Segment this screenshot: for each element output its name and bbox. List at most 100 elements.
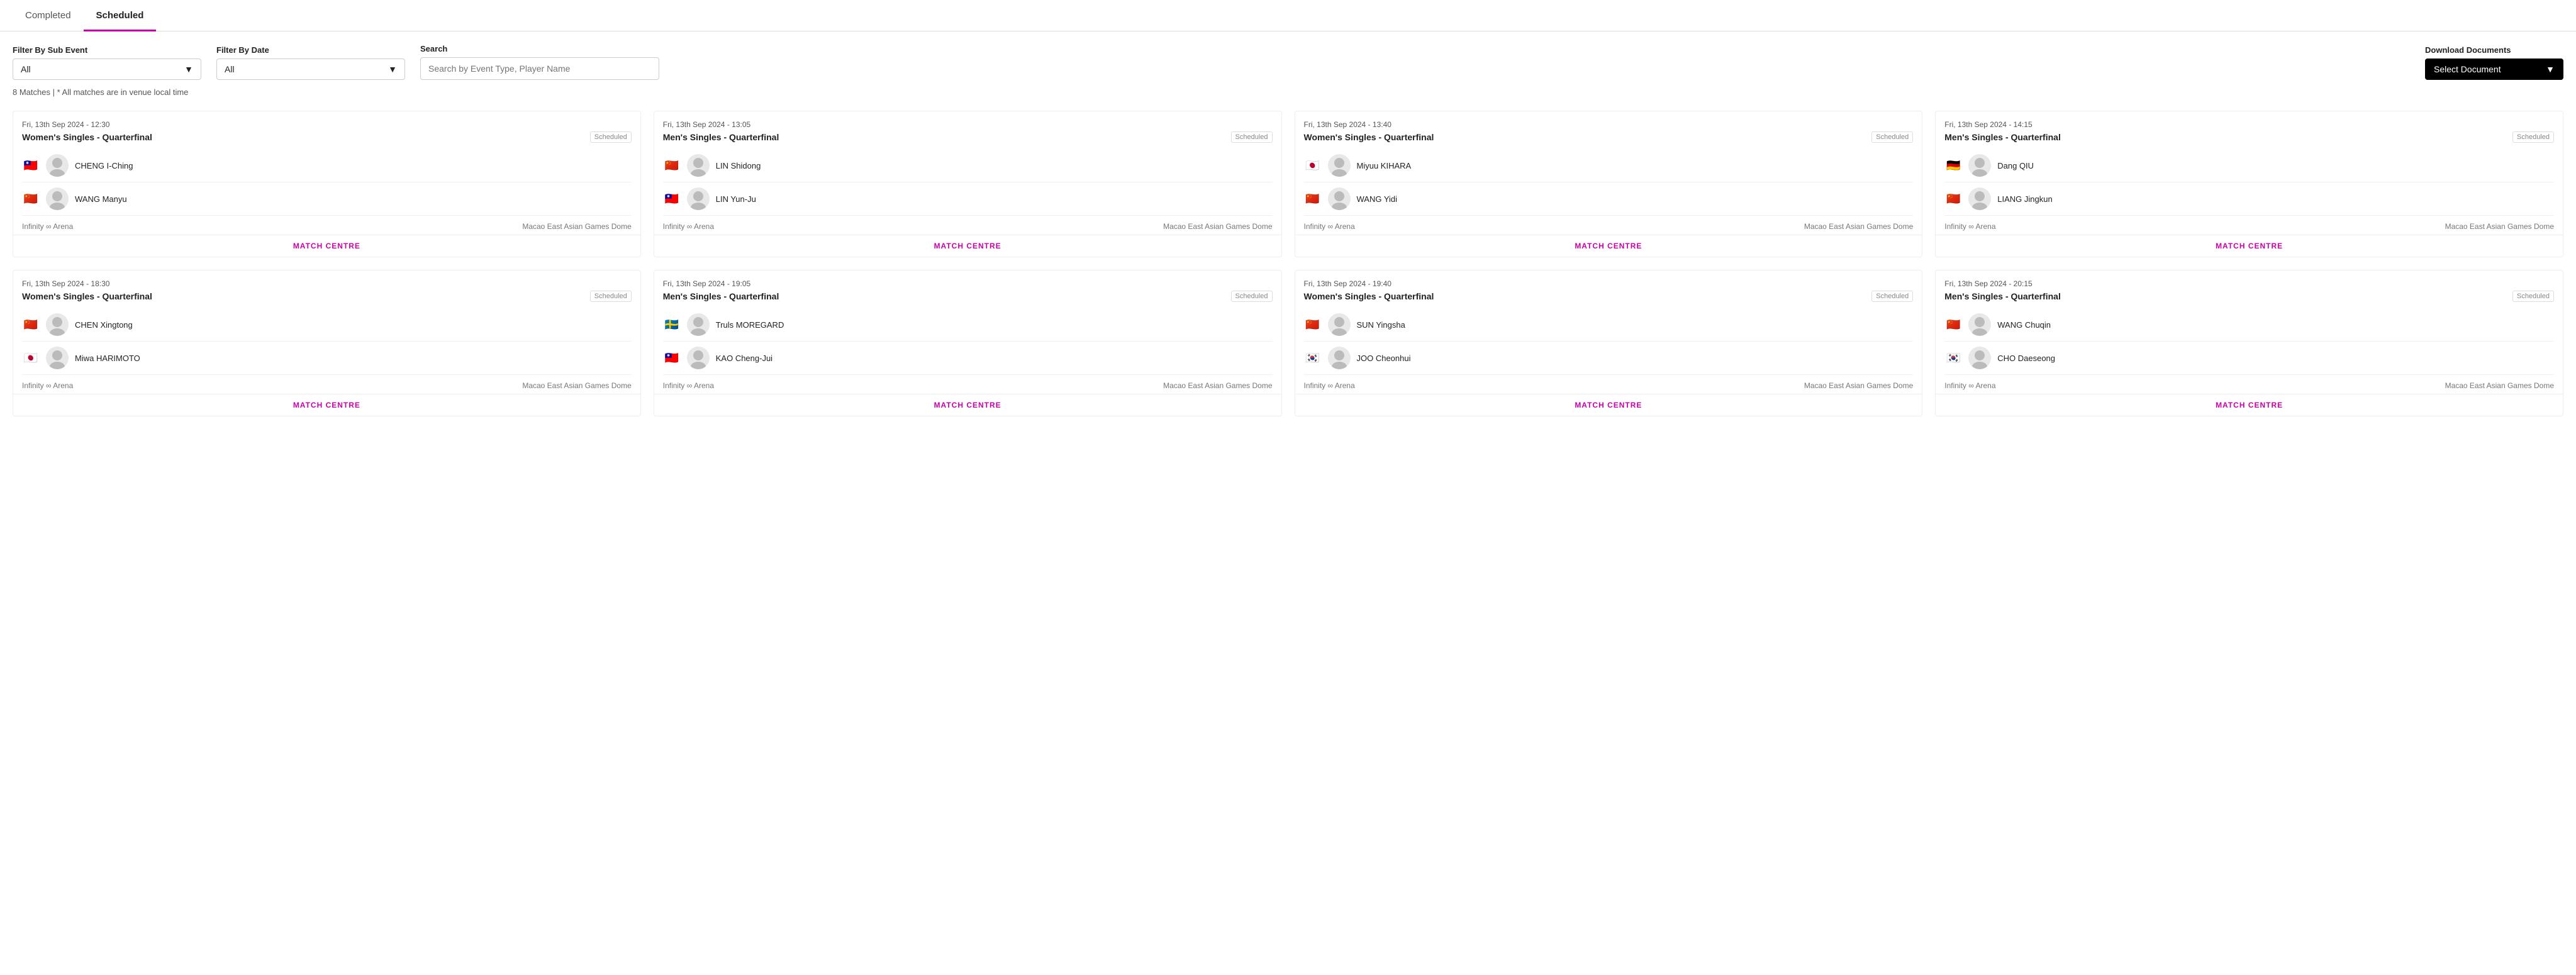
venue2: Macao East Asian Games Dome [522, 381, 631, 390]
player-name: Dang QIU [1997, 161, 2034, 170]
player-flag: 🇨🇳 [663, 159, 681, 172]
match-venues: Infinity ∞ Arena Macao East Asian Games … [22, 216, 632, 235]
player-row: 🇯🇵 Miyuu KIHARA [1304, 149, 1914, 182]
player-flag: 🇰🇷 [1944, 352, 1962, 364]
match-venues: Infinity ∞ Arena Macao East Asian Games … [663, 216, 1273, 235]
match-title: Men's Singles - Quarterfinal [1944, 132, 2061, 142]
player-name: KAO Cheng-Jui [716, 354, 772, 363]
search-input[interactable] [420, 57, 659, 80]
sub-event-filter: Filter By Sub Event All ▼ [13, 45, 201, 80]
player-name: Truls MOREGARD [716, 320, 784, 330]
player-name: CHEN Xingtong [75, 320, 133, 330]
match-title: Women's Singles - Quarterfinal [1304, 132, 1434, 142]
match-card: Fri, 13th Sep 2024 - 13:40 Women's Singl… [1295, 111, 1923, 257]
player-name: JOO Cheonhui [1357, 354, 1411, 363]
match-title: Men's Singles - Quarterfinal [663, 291, 779, 301]
player-flag: 🇯🇵 [1304, 159, 1322, 172]
player-flag: 🇨🇳 [1944, 318, 1962, 331]
player-row: 🇹🇼 KAO Cheng-Jui [663, 342, 1273, 375]
player-name: LIN Yun-Ju [716, 194, 756, 204]
player-flag: 🇹🇼 [22, 159, 40, 172]
player-avatar [1328, 313, 1351, 336]
match-datetime: Fri, 13th Sep 2024 - 13:05 [663, 120, 1273, 129]
player-flag: 🇨🇳 [22, 318, 40, 331]
match-title-row: Women's Singles - Quarterfinal Scheduled [22, 131, 632, 143]
player-avatar [1968, 347, 1991, 369]
match-card: Fri, 13th Sep 2024 - 12:30 Women's Singl… [13, 111, 641, 257]
match-datetime: Fri, 13th Sep 2024 - 18:30 [22, 279, 632, 288]
tab-completed[interactable]: Completed [13, 0, 84, 31]
filters-bar: Filter By Sub Event All ▼ Filter By Date… [0, 31, 2576, 85]
player-flag: 🇰🇷 [1304, 352, 1322, 364]
match-centre-button[interactable]: MATCH CENTRE [1936, 235, 2563, 257]
date-select[interactable]: All ▼ [216, 58, 405, 80]
player-avatar [46, 187, 69, 210]
match-venues: Infinity ∞ Arena Macao East Asian Games … [663, 375, 1273, 394]
match-info-bar: 8 Matches | * All matches are in venue l… [0, 85, 2576, 104]
match-centre-button[interactable]: MATCH CENTRE [654, 394, 1281, 416]
match-status: Scheduled [590, 131, 632, 143]
player-name: WANG Yidi [1357, 194, 1398, 204]
match-card: Fri, 13th Sep 2024 - 19:40 Women's Singl… [1295, 270, 1923, 416]
player-flag: 🇨🇳 [1304, 192, 1322, 205]
player-row: 🇨🇳 WANG Yidi [1304, 182, 1914, 216]
match-card: Fri, 13th Sep 2024 - 20:15 Men's Singles… [1935, 270, 2563, 416]
player-avatar [46, 313, 69, 336]
player-avatar [1968, 187, 1991, 210]
match-title-row: Women's Singles - Quarterfinal Scheduled [1304, 291, 1914, 302]
match-datetime: Fri, 13th Sep 2024 - 20:15 [1944, 279, 2554, 288]
sub-event-value: All [21, 64, 31, 74]
player-name: Miwa HARIMOTO [75, 354, 140, 363]
tab-scheduled[interactable]: Scheduled [84, 0, 157, 31]
player-flag: 🇨🇳 [1304, 318, 1322, 331]
match-title-row: Women's Singles - Quarterfinal Scheduled [22, 291, 632, 302]
player-row: 🇹🇼 LIN Yun-Ju [663, 182, 1273, 216]
player-row: 🇩🇪 Dang QIU [1944, 149, 2554, 182]
player-row: 🇨🇳 LIANG Jingkun [1944, 182, 2554, 216]
date-filter: Filter By Date All ▼ [216, 45, 405, 80]
match-centre-button[interactable]: MATCH CENTRE [1295, 394, 1922, 416]
match-centre-button[interactable]: MATCH CENTRE [1295, 235, 1922, 257]
match-status: Scheduled [590, 291, 632, 302]
date-value: All [225, 64, 235, 74]
match-title: Women's Singles - Quarterfinal [22, 132, 152, 142]
match-centre-button[interactable]: MATCH CENTRE [13, 235, 640, 257]
match-title: Men's Singles - Quarterfinal [663, 132, 779, 142]
match-title-row: Men's Singles - Quarterfinal Scheduled [1944, 291, 2554, 302]
match-title: Men's Singles - Quarterfinal [1944, 291, 2061, 301]
player-row: 🇰🇷 CHO Daeseong [1944, 342, 2554, 375]
match-status: Scheduled [1231, 291, 1273, 302]
player-name: WANG Manyu [75, 194, 127, 204]
player-flag: 🇨🇳 [1944, 192, 1962, 205]
match-centre-button[interactable]: MATCH CENTRE [13, 394, 640, 416]
venue2: Macao East Asian Games Dome [1804, 222, 1913, 231]
player-name: Miyuu KIHARA [1357, 161, 1412, 170]
match-title-row: Men's Singles - Quarterfinal Scheduled [1944, 131, 2554, 143]
player-row: 🇨🇳 WANG Chuqin [1944, 308, 2554, 342]
player-avatar [1328, 187, 1351, 210]
player-row: 🇨🇳 CHEN Xingtong [22, 308, 632, 342]
venue2: Macao East Asian Games Dome [2445, 222, 2554, 231]
player-avatar [46, 347, 69, 369]
player-row: 🇸🇪 Truls MOREGARD [663, 308, 1273, 342]
player-row: 🇯🇵 Miwa HARIMOTO [22, 342, 632, 375]
match-status: Scheduled [1871, 131, 1913, 143]
match-centre-button[interactable]: MATCH CENTRE [654, 235, 1281, 257]
match-centre-button[interactable]: MATCH CENTRE [1936, 394, 2563, 416]
tabs-container: Completed Scheduled [0, 0, 2576, 31]
player-flag: 🇹🇼 [663, 192, 681, 205]
match-datetime: Fri, 13th Sep 2024 - 12:30 [22, 120, 632, 129]
match-title-row: Men's Singles - Quarterfinal Scheduled [663, 131, 1273, 143]
player-flag: 🇹🇼 [663, 352, 681, 364]
match-status: Scheduled [2512, 291, 2554, 302]
match-venues: Infinity ∞ Arena Macao East Asian Games … [1944, 375, 2554, 394]
player-name: SUN Yingsha [1357, 320, 1405, 330]
download-button[interactable]: Select Document ▼ [2425, 58, 2563, 80]
player-avatar [687, 154, 710, 177]
player-name: CHENG I-Ching [75, 161, 133, 170]
match-card: Fri, 13th Sep 2024 - 19:05 Men's Singles… [654, 270, 1282, 416]
player-avatar [687, 313, 710, 336]
sub-event-select[interactable]: All ▼ [13, 58, 201, 80]
download-label: Download Documents [2425, 45, 2563, 55]
venue1: Infinity ∞ Arena [1944, 222, 1995, 231]
